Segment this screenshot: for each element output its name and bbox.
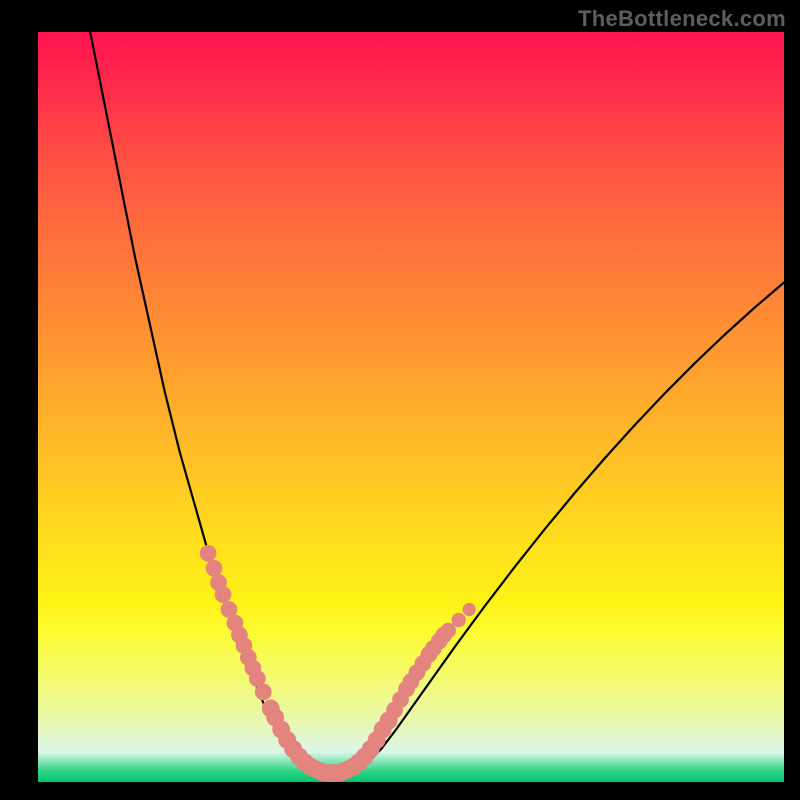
data-marker: [206, 560, 223, 577]
data-marker: [255, 684, 272, 701]
chart-svg: [38, 32, 784, 782]
curve-lines: [90, 32, 784, 777]
data-marker: [215, 586, 232, 603]
data-marker: [463, 603, 476, 616]
bottleneck-curve: [90, 32, 784, 777]
chart-frame: TheBottleneck.com: [0, 0, 800, 800]
data-marker: [200, 545, 217, 562]
data-marker: [452, 613, 466, 627]
watermark-text: TheBottleneck.com: [578, 6, 786, 32]
curve-markers: [200, 545, 476, 782]
